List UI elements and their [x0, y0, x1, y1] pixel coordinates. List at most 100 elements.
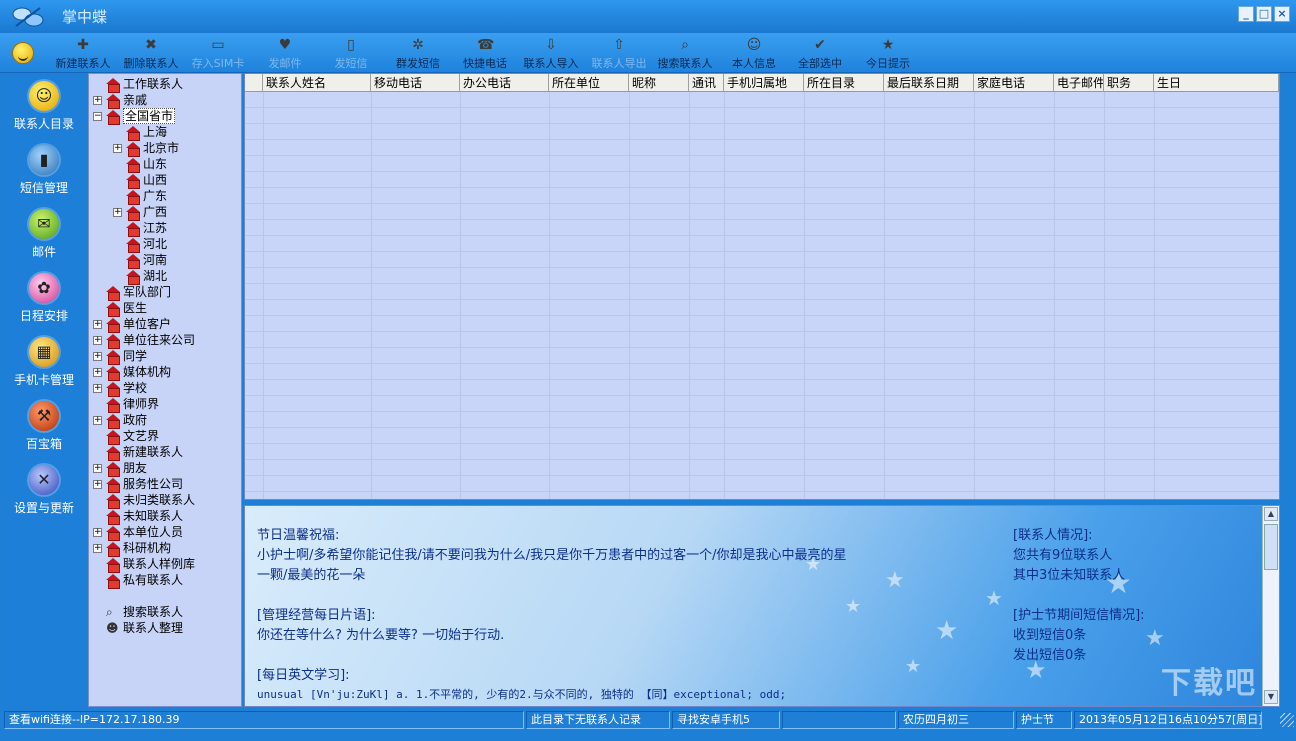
send-mail-button[interactable]: ♥ 发邮件: [262, 35, 308, 71]
tree-item[interactable]: 河北: [113, 236, 167, 253]
tree-item[interactable]: + 本单位人员: [93, 524, 183, 541]
tree-tool-search[interactable]: ⌕ 搜索联系人: [93, 604, 183, 620]
expand-icon[interactable]: +: [93, 96, 102, 105]
tree-item[interactable]: 江苏: [113, 220, 167, 237]
column-header[interactable]: 家庭电话: [974, 74, 1054, 92]
tree-item[interactable]: + 科研机构: [93, 540, 171, 557]
maximize-button[interactable]: □: [1256, 6, 1272, 22]
tree-item[interactable]: 未归类联系人: [93, 492, 195, 509]
expand-icon[interactable]: +: [93, 336, 102, 345]
tree-item[interactable]: + 广西: [113, 204, 167, 221]
tree-item[interactable]: − 全国省市: [93, 108, 176, 125]
column-header[interactable]: 昵称: [629, 74, 689, 92]
expand-icon[interactable]: +: [93, 352, 102, 361]
tree-item[interactable]: 工作联系人: [93, 76, 183, 93]
column-header[interactable]: 电子邮件: [1054, 74, 1104, 92]
column-header[interactable]: 办公电话: [460, 74, 549, 92]
import-contacts-button[interactable]: ⇩ 联系人导入: [520, 35, 582, 71]
tree-item[interactable]: 联系人样例库: [93, 556, 195, 573]
group-sms-button[interactable]: ✲ 群发短信: [392, 35, 444, 71]
minimize-button[interactable]: _: [1238, 6, 1254, 22]
nav-mail[interactable]: ✉ 邮件: [8, 203, 80, 267]
house-icon: [106, 286, 120, 301]
tree-item[interactable]: + 亲戚: [93, 92, 147, 109]
tree-item[interactable]: 律师界: [93, 396, 159, 413]
expand-icon[interactable]: +: [93, 320, 102, 329]
tree-item[interactable]: + 朋友: [93, 460, 147, 477]
tree-item[interactable]: + 媒体机构: [93, 364, 171, 381]
status-wifi[interactable]: 查看wifi连接--IP=172.17.180.39: [4, 711, 524, 729]
column-header[interactable]: 最后联系日期: [884, 74, 974, 92]
grid-body[interactable]: [245, 92, 1279, 499]
tree-item[interactable]: + 同学: [93, 348, 147, 365]
status-phone[interactable]: 寻找安卓手机5: [672, 711, 780, 729]
smiley-icon[interactable]: [12, 42, 34, 64]
new-contact-button[interactable]: ✚ 新建联系人: [52, 35, 114, 71]
column-header[interactable]: 职务: [1104, 74, 1154, 92]
tree-item[interactable]: + 政府: [93, 412, 147, 429]
close-button[interactable]: ×: [1274, 6, 1290, 22]
scroll-down-icon[interactable]: ▼: [1264, 690, 1278, 704]
quick-call-button[interactable]: ☎ 快捷电话: [458, 35, 512, 71]
column-header[interactable]: 所在目录: [804, 74, 884, 92]
delete-contact-button[interactable]: ✖ 删除联系人: [120, 35, 182, 71]
tree-item[interactable]: + 单位客户: [93, 316, 171, 333]
tree-item[interactable]: 湖北: [113, 268, 167, 285]
expand-icon[interactable]: +: [93, 416, 102, 425]
tree-item[interactable]: 私有联系人: [93, 572, 183, 589]
select-all-button[interactable]: ✔ 全部选中: [794, 35, 846, 71]
nav-sim[interactable]: ▦ 手机卡管理: [8, 331, 80, 395]
expand-icon[interactable]: +: [93, 528, 102, 537]
column-header[interactable]: 生日: [1154, 74, 1279, 92]
scroll-thumb[interactable]: [1264, 524, 1278, 570]
house-icon: [126, 126, 140, 141]
nav-toolbox[interactable]: ⚒ 百宝箱: [8, 395, 80, 459]
export-contacts-button[interactable]: ⇧ 联系人导出: [588, 35, 650, 71]
column-header[interactable]: 所在单位: [549, 74, 629, 92]
tree-item[interactable]: 广东: [113, 188, 167, 205]
tree-item[interactable]: 医生: [93, 300, 147, 317]
tree-item[interactable]: 山西: [113, 172, 167, 189]
expand-icon[interactable]: +: [113, 144, 122, 153]
organize-icon: ☻: [106, 621, 119, 635]
tree-tool-organize[interactable]: ☻ 联系人整理: [93, 620, 183, 636]
tree-item[interactable]: + 学校: [93, 380, 147, 397]
tree-item[interactable]: 文艺界: [93, 428, 159, 445]
my-info-button[interactable]: ☺ 本人信息: [728, 35, 780, 71]
nav-contacts[interactable]: ☺ 联系人目录: [8, 75, 80, 139]
collapse-icon[interactable]: −: [93, 112, 102, 121]
star-decoration: ★: [885, 568, 905, 593]
resize-grip-icon[interactable]: [1280, 713, 1294, 727]
expand-icon[interactable]: +: [93, 384, 102, 393]
nav-schedule[interactable]: ✿ 日程安排: [8, 267, 80, 331]
tree-item[interactable]: 上海: [113, 124, 167, 141]
tree-item[interactable]: 军队部门: [93, 284, 171, 301]
info-scrollbar[interactable]: ▲ ▼: [1262, 506, 1279, 706]
expand-icon[interactable]: +: [113, 208, 122, 217]
column-header[interactable]: 手机归属地: [724, 74, 804, 92]
expand-icon[interactable]: +: [93, 480, 102, 489]
nav-sms[interactable]: ▮ 短信管理: [8, 139, 80, 203]
expand-icon[interactable]: +: [93, 544, 102, 553]
tree-item[interactable]: 新建联系人: [93, 444, 183, 461]
tree-item-label: 单位往来公司: [123, 333, 196, 347]
tree-item[interactable]: 未知联系人: [93, 508, 183, 525]
tree-item[interactable]: + 北京市: [113, 140, 179, 157]
column-header[interactable]: 联系人姓名: [263, 74, 371, 92]
tree-item[interactable]: + 单位往来公司: [93, 332, 196, 349]
save-to-sim-button[interactable]: ▭ 存入SIM卡: [188, 35, 248, 71]
expand-icon[interactable]: +: [93, 464, 102, 473]
tree-item[interactable]: 山东: [113, 156, 167, 173]
expand-icon[interactable]: +: [93, 368, 102, 377]
tree-item[interactable]: 河南: [113, 252, 167, 269]
send-sms-button[interactable]: ▯ 发短信: [328, 35, 374, 71]
scroll-up-icon[interactable]: ▲: [1264, 507, 1278, 521]
nav-settings[interactable]: ✕ 设置与更新: [8, 459, 80, 523]
column-header[interactable]: 移动电话: [371, 74, 460, 92]
daily-tip-button[interactable]: ★ 今日提示: [862, 35, 914, 71]
greeting-line2: 一颗/最美的花一朵: [257, 568, 366, 583]
tree-item[interactable]: + 服务性公司: [93, 476, 183, 493]
column-header[interactable]: 通讯: [689, 74, 724, 92]
grid-divider: [974, 92, 975, 499]
search-contacts-button[interactable]: ⌕ 搜索联系人: [654, 35, 716, 71]
